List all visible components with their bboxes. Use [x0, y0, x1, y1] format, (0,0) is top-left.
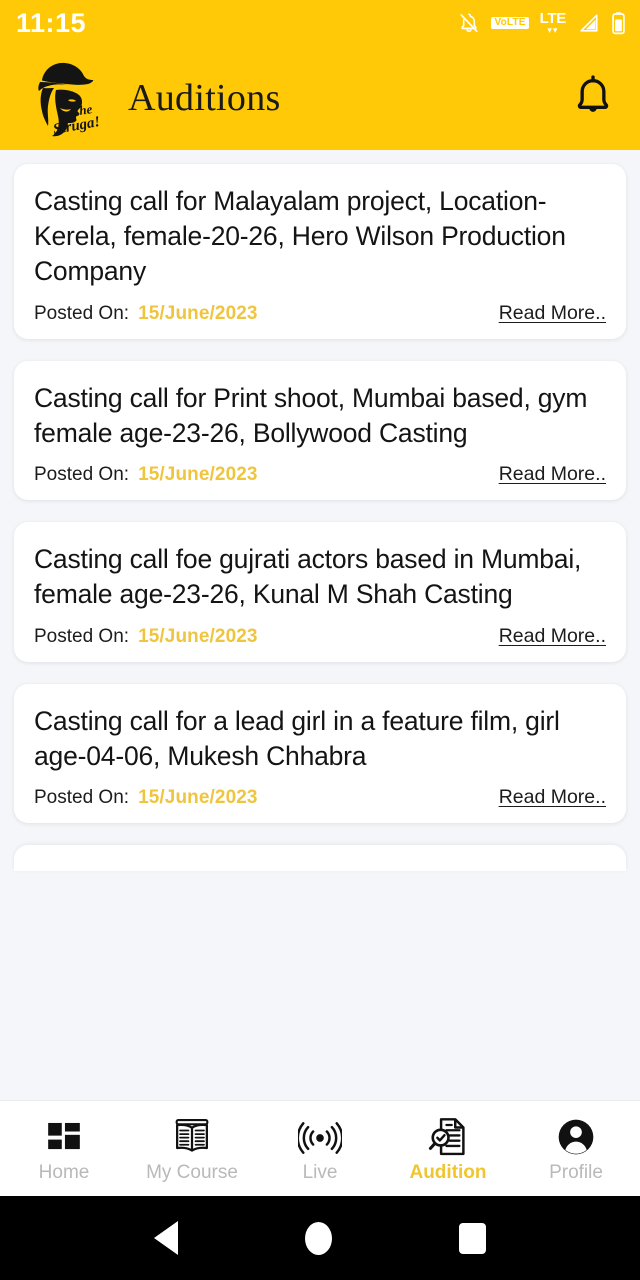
status-bar: 11:15 VoLTE LTE ▾▾ [0, 0, 640, 46]
app-bar: The Struga! Auditions [0, 46, 640, 150]
posted-on-date: 15/June/2023 [138, 302, 258, 324]
posted-on-label: Posted On: [34, 464, 130, 486]
read-more-link[interactable]: Read More.. [499, 463, 606, 486]
audition-title: Casting call for Print shoot, Mumbai bas… [34, 382, 588, 448]
status-icon-group: VoLTE LTE ▾▾ [458, 11, 626, 35]
status-clock: 11:15 [16, 7, 87, 38]
the-struggle-logo: The Struga! [16, 52, 112, 144]
nav-label-my-course: My Course [146, 1162, 238, 1183]
posted-on: Posted On: 15/June/2023 [34, 626, 258, 648]
page-title: Auditions [128, 77, 281, 119]
volte-icon: VoLTE [491, 16, 529, 30]
read-more-link[interactable]: Read More.. [499, 786, 606, 809]
person-circle-icon [555, 1115, 597, 1157]
posted-on: Posted On: 15/June/2023 [34, 787, 258, 809]
audition-title: Casting call foe gujrati actors based in… [34, 544, 582, 610]
audition-card-footer: Posted On: 15/June/2023 Read More.. [34, 463, 606, 486]
read-more-link[interactable]: Read More.. [499, 302, 606, 325]
nav-label-profile: Profile [549, 1162, 603, 1183]
audition-card-footer: Posted On: 15/June/2023 Read More.. [34, 786, 606, 809]
posted-on-label: Posted On: [34, 787, 130, 809]
notification-bell-button[interactable] [566, 71, 620, 125]
audition-card[interactable]: Casting call for Print shoot, Mumbai bas… [14, 360, 626, 501]
nav-item-home[interactable]: Home [0, 1115, 128, 1182]
audition-card[interactable]: Casting call for Malayalam project, Loca… [14, 164, 626, 339]
read-more-link[interactable]: Read More.. [499, 625, 606, 648]
posted-on: Posted On: 15/June/2023 [34, 464, 258, 486]
phone-screen: 11:15 VoLTE LTE ▾▾ The Struga! Auditions… [0, 0, 640, 1280]
notifications-off-icon [460, 13, 479, 33]
nav-label-audition: Audition [409, 1162, 487, 1183]
nav-label-live: Live [302, 1162, 338, 1183]
nav-item-live[interactable]: Live [256, 1115, 384, 1182]
grid-icon [44, 1115, 84, 1157]
recents-square-icon[interactable] [459, 1222, 487, 1254]
nav-item-my-course[interactable]: My Course [128, 1115, 256, 1182]
android-system-nav [0, 1196, 640, 1280]
notification-bell-icon [577, 75, 609, 112]
home-circle-icon[interactable] [304, 1221, 332, 1255]
audition-title: Casting call for a lead girl in a featur… [34, 705, 560, 771]
battery-icon [612, 12, 625, 35]
posted-on-date: 15/June/2023 [138, 787, 258, 809]
audition-card[interactable]: Casting call foe gujrati actors based in… [14, 522, 626, 662]
audition-title: Casting call for Malayalam project, Loca… [34, 186, 566, 287]
nav-label-home: Home [38, 1162, 90, 1183]
nav-item-audition[interactable]: Audition [384, 1115, 512, 1182]
broadcast-waves-icon [298, 1115, 342, 1157]
posted-on: Posted On: 15/June/2023 [34, 303, 258, 325]
audition-card-footer: Posted On: 15/June/2023 Read More.. [34, 625, 606, 648]
signal-icon [580, 14, 598, 32]
audition-card-partial[interactable] [14, 845, 626, 872]
posted-on-label: Posted On: [34, 625, 130, 647]
bottom-navigation: Home My Course Live Audition Profile [0, 1100, 640, 1196]
auditions-list[interactable]: Casting call for Malayalam project, Loca… [0, 150, 640, 1162]
lte-icon: LTE ▾▾ [539, 9, 567, 36]
posted-on-date: 15/June/2023 [138, 464, 258, 486]
open-book-icon [171, 1115, 213, 1157]
back-triangle-icon[interactable] [153, 1221, 178, 1255]
posted-on-label: Posted On: [34, 302, 130, 324]
document-search-icon [427, 1115, 469, 1157]
posted-on-date: 15/June/2023 [138, 625, 258, 647]
audition-card-footer: Posted On: 15/June/2023 Read More.. [34, 302, 606, 325]
audition-card[interactable]: Casting call for a lead girl in a featur… [14, 683, 626, 824]
nav-item-profile[interactable]: Profile [512, 1115, 640, 1182]
